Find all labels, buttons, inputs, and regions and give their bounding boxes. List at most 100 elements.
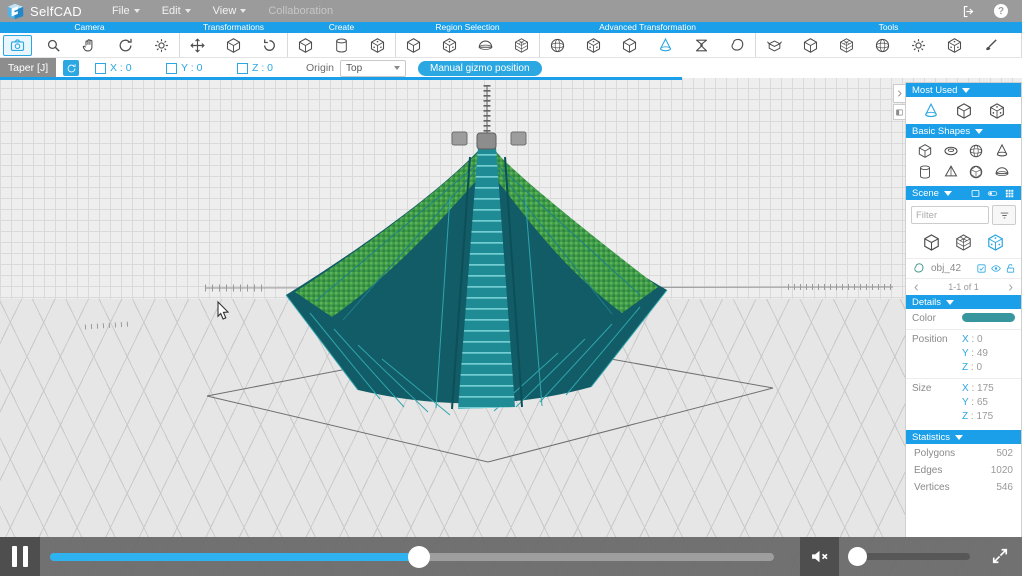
next-page-icon[interactable] <box>1006 283 1015 292</box>
checkbox[interactable] <box>166 63 177 74</box>
round-region-button[interactable] <box>432 33 468 57</box>
origin-select[interactable]: Top <box>340 60 406 77</box>
pan-camera-button[interactable] <box>72 33 108 57</box>
sphere-button[interactable] <box>968 143 984 159</box>
taper-gizmo-handles[interactable] <box>452 132 526 149</box>
bevel-icon <box>585 37 602 54</box>
tetrahedron-button[interactable] <box>943 164 959 180</box>
menu-view[interactable]: View <box>213 5 247 17</box>
video-progress-fill <box>50 553 419 561</box>
cylinder-button[interactable] <box>917 164 933 180</box>
solid-view-button[interactable] <box>922 233 941 252</box>
statistics-header[interactable]: Statistics <box>906 430 1021 444</box>
move-icon <box>189 37 206 54</box>
unlock-icon[interactable] <box>1005 263 1016 274</box>
cone-button[interactable] <box>994 143 1010 159</box>
checkbox[interactable] <box>237 63 248 74</box>
round-object-button[interactable] <box>864 33 900 57</box>
partial-region-button[interactable] <box>503 33 539 57</box>
gizmo-handle-right[interactable] <box>511 132 526 145</box>
filter-icon[interactable] <box>992 205 1016 225</box>
pagination-label: 1-1 of 1 <box>948 282 979 292</box>
pattern-button[interactable] <box>359 33 395 57</box>
combine-button[interactable] <box>936 33 972 57</box>
box-button[interactable] <box>955 102 973 120</box>
gizmo-handle-center[interactable] <box>477 133 496 149</box>
filter-input[interactable] <box>911 206 989 224</box>
wireframe-view-button[interactable] <box>954 233 973 252</box>
textured-view-button[interactable] <box>986 233 1005 252</box>
taper-z-checkbox[interactable]: Z : 0 <box>237 62 292 74</box>
taper-x-checkbox[interactable]: X : 0 <box>95 62 150 74</box>
bevel-button[interactable] <box>576 33 612 57</box>
ribbon-section-region-selection: Region Selection <box>396 22 540 33</box>
slice-icon <box>766 37 783 54</box>
video-player-bar <box>0 537 1022 576</box>
slice-button[interactable] <box>756 33 792 57</box>
details-header[interactable]: Details <box>906 295 1021 309</box>
visibility-eye-icon[interactable] <box>990 263 1002 274</box>
copy-offsets-button[interactable] <box>288 33 324 57</box>
stat-edges: Edges1020 <box>906 461 1021 478</box>
tool-options-bar: Taper [J] X : 0 Y : 0 Z : 0 Origin Top M… <box>0 58 1022 78</box>
taper-button[interactable] <box>647 33 683 57</box>
scene-object-row[interactable]: obj_42 <box>906 258 1021 278</box>
scene-header[interactable]: Scene <box>906 186 1021 200</box>
taper-y-checkbox[interactable]: Y : 0 <box>166 62 221 74</box>
mute-button[interactable] <box>800 537 839 576</box>
color-swatch[interactable] <box>962 313 1015 322</box>
geosphere-button[interactable] <box>968 164 984 180</box>
video-progress-bar[interactable] <box>50 553 774 561</box>
prev-page-icon[interactable] <box>912 283 921 292</box>
textured-box-button[interactable] <box>988 102 1006 120</box>
scene-frame-icon[interactable] <box>970 188 981 199</box>
menu-file[interactable]: File <box>112 5 140 17</box>
taper-button[interactable] <box>922 102 940 120</box>
scale-button[interactable] <box>216 33 252 57</box>
sidebar-collapse-button[interactable] <box>893 84 906 103</box>
sidebar-panel-toggle[interactable] <box>893 104 906 120</box>
volume-handle[interactable] <box>848 547 867 566</box>
manual-gizmo-position-button[interactable]: Manual gizmo position <box>418 61 542 76</box>
scene-toggle-icon[interactable] <box>986 188 999 199</box>
cube-button[interactable] <box>917 143 933 159</box>
reset-camera-button[interactable] <box>107 33 143 57</box>
hemisphere-button[interactable] <box>994 164 1010 180</box>
revolve-button[interactable] <box>324 33 360 57</box>
reset-taper-button[interactable] <box>63 60 79 76</box>
most-used-header[interactable]: Most Used <box>906 83 1021 97</box>
fullscreen-button[interactable] <box>985 541 1015 571</box>
extrusion-button[interactable] <box>612 33 648 57</box>
checkbox[interactable] <box>95 63 106 74</box>
rotate-button[interactable] <box>251 33 287 57</box>
selfcad-logo-icon <box>6 3 25 20</box>
basic-shapes-header[interactable]: Basic Shapes <box>906 124 1021 138</box>
help-icon[interactable]: ? <box>994 4 1008 18</box>
pause-button[interactable] <box>0 537 40 576</box>
twist-button[interactable] <box>683 33 719 57</box>
orbit-camera-button[interactable] <box>0 33 36 57</box>
torus-button[interactable] <box>943 143 959 159</box>
split-button[interactable] <box>792 33 828 57</box>
cube-region-button[interactable] <box>396 33 432 57</box>
volume-slider[interactable] <box>849 553 970 560</box>
video-progress-handle[interactable] <box>408 546 430 568</box>
zoom-camera-button[interactable] <box>36 33 72 57</box>
add-thickness-button[interactable] <box>540 33 576 57</box>
flat-region-button[interactable] <box>468 33 504 57</box>
move-button[interactable] <box>180 33 216 57</box>
scene-grid-icon[interactable] <box>1004 188 1015 199</box>
rotate-icon <box>261 37 278 54</box>
gizmo-handle-left[interactable] <box>452 132 467 145</box>
freeform-button[interactable] <box>719 33 755 57</box>
3d-viewport[interactable] <box>0 77 1022 576</box>
menu-collaboration[interactable]: Collaboration <box>268 5 333 17</box>
fix-mesh-button[interactable] <box>900 33 936 57</box>
menu-edit[interactable]: Edit <box>162 5 191 17</box>
shell-button[interactable] <box>828 33 864 57</box>
model-obj_42[interactable] <box>286 141 667 415</box>
select-checkbox-icon[interactable] <box>976 263 987 274</box>
paint-button[interactable] <box>972 33 1008 57</box>
sign-in-icon[interactable] <box>961 4 976 19</box>
camera-settings-button[interactable] <box>143 33 179 57</box>
